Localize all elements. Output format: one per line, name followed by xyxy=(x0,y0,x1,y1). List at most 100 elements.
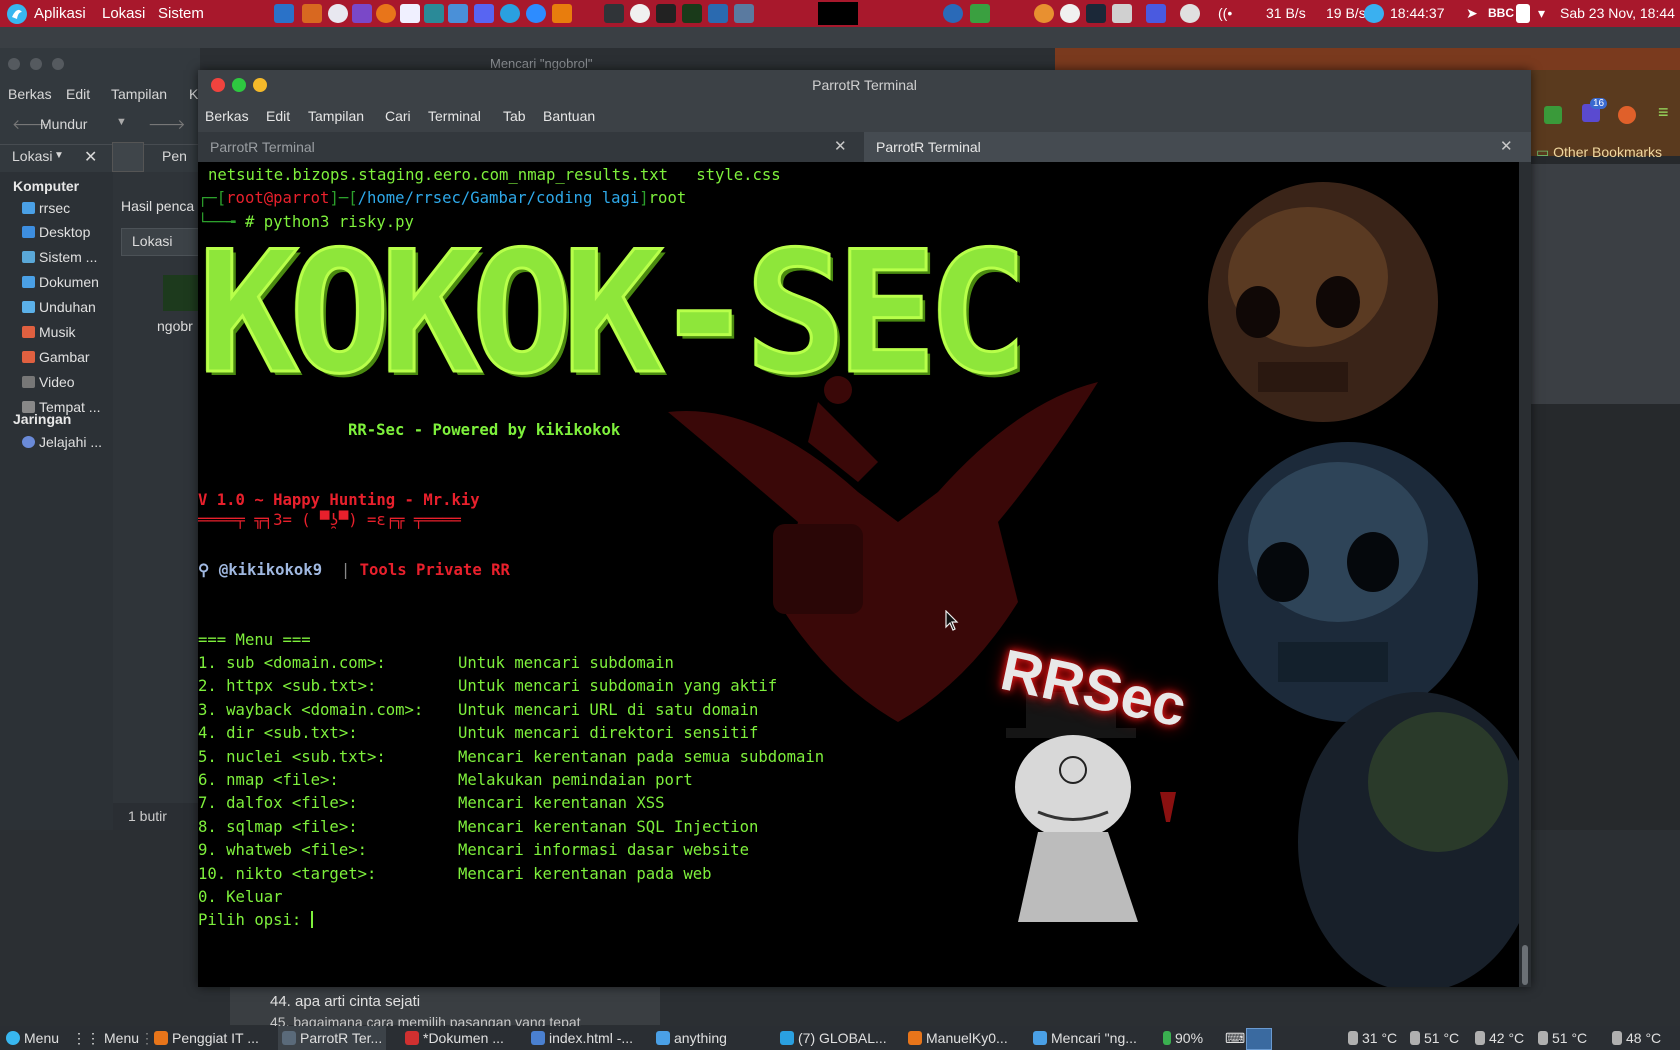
qbittorrent-icon[interactable] xyxy=(943,4,963,23)
app-icon-5[interactable] xyxy=(400,4,420,23)
steam-icon[interactable] xyxy=(1086,4,1106,23)
battery-indicator[interactable]: 90% xyxy=(1163,1026,1203,1050)
menu-search[interactable]: Cari xyxy=(385,108,411,124)
send-icon[interactable]: ➤ xyxy=(1466,0,1478,27)
sidebar-item-7[interactable]: Video xyxy=(22,374,75,390)
hamburger-menu-icon[interactable]: ≡ xyxy=(1658,102,1669,123)
workspace-switcher[interactable] xyxy=(1246,1028,1272,1050)
app-icon-16[interactable] xyxy=(734,4,754,23)
menu-edit[interactable]: Edit xyxy=(266,108,290,124)
app-icon-6[interactable] xyxy=(424,4,444,23)
places-dropdown[interactable]: Lokasi xyxy=(12,148,52,164)
app-icon-3[interactable] xyxy=(352,4,372,23)
fm-close-button[interactable] xyxy=(8,58,20,70)
terminal-scrollbar[interactable] xyxy=(1519,162,1531,987)
sidebar-item-4[interactable]: Unduhan xyxy=(22,299,96,315)
temperature-sensor[interactable]: 31 °C xyxy=(1348,1026,1397,1050)
fm-menu-view[interactable]: Tampilan xyxy=(111,86,167,102)
temperature-sensor[interactable]: 51 °C xyxy=(1410,1026,1459,1050)
terminal-titlebar[interactable]: ParrotR Terminal xyxy=(198,70,1531,102)
update-icon[interactable] xyxy=(970,4,990,23)
edit-path-button[interactable] xyxy=(112,142,144,172)
files-icon[interactable] xyxy=(448,4,468,23)
menu-system[interactable]: Sistem xyxy=(158,0,204,27)
sidebar-item-5[interactable]: Musik xyxy=(22,324,76,340)
taskbar-window-button[interactable]: *Dokumen ... xyxy=(405,1026,504,1050)
fm-menu-file[interactable]: Berkas xyxy=(8,86,52,102)
monitor-icon[interactable] xyxy=(708,4,728,23)
printer-icon[interactable] xyxy=(1112,4,1132,23)
location-field[interactable]: Lokasi xyxy=(121,228,202,256)
places-chevron-icon[interactable]: ▼ xyxy=(54,150,64,161)
firefox-icon[interactable] xyxy=(376,4,396,23)
app-icon-12[interactable] xyxy=(630,4,650,23)
file-thumbnail[interactable] xyxy=(163,275,200,311)
sidebar-item-browse-network[interactable]: Jelajahi ... xyxy=(22,434,102,450)
app-tray-icon-1[interactable] xyxy=(1034,4,1054,23)
tab-terminal-2[interactable]: ParrotR Terminal ✕ xyxy=(864,132,1531,162)
tab-1-close-icon[interactable]: ✕ xyxy=(834,132,847,162)
root-terminal-icon[interactable] xyxy=(682,4,702,23)
sidebar-item-2[interactable]: Sistem ... xyxy=(22,249,97,265)
fm-menu-edit[interactable]: Edit xyxy=(66,86,90,102)
taskbar-window-button[interactable]: anything xyxy=(656,1026,727,1050)
sidebar-item-3[interactable]: Dokumen xyxy=(22,274,99,290)
menu-places[interactable]: Lokasi xyxy=(102,0,145,27)
terminal-scrollbar-thumb[interactable] xyxy=(1522,945,1528,985)
temperature-sensor[interactable]: 51 °C xyxy=(1538,1026,1587,1050)
burpsuite-icon[interactable] xyxy=(302,4,322,23)
other-bookmarks-button[interactable]: Other Bookmarks xyxy=(1553,144,1662,160)
taskbar-menu2-button[interactable]: ⋮⋮ Menu xyxy=(72,1026,139,1050)
vscode-icon[interactable] xyxy=(274,4,294,23)
menu-help[interactable]: Bantuan xyxy=(543,108,595,124)
file-name-label[interactable]: ngobr xyxy=(157,318,193,334)
taskbar-window-button[interactable]: index.html -... xyxy=(531,1026,633,1050)
fm-menu-more[interactable]: K xyxy=(189,86,198,102)
app-tray-icon-2[interactable] xyxy=(1060,4,1080,23)
menu-applications[interactable]: Aplikasi xyxy=(34,0,86,27)
tab-terminal-1[interactable]: ParrotR Terminal ✕ xyxy=(198,132,864,162)
wifi-signal-icon[interactable]: ▾ xyxy=(1538,0,1545,27)
power-icon[interactable] xyxy=(1364,4,1384,23)
input-prompt-line[interactable]: Pilih opsi: xyxy=(198,911,313,929)
menu-terminal[interactable]: Terminal xyxy=(428,108,481,124)
extension-icon-3[interactable] xyxy=(1618,106,1636,124)
sidebar-item-1[interactable]: Desktop xyxy=(22,224,90,240)
taskbar-menu-button[interactable]: Menu xyxy=(6,1026,59,1050)
temperature-sensor[interactable]: 42 °C xyxy=(1475,1026,1524,1050)
taskbar-window-button[interactable]: Mencari "ng... xyxy=(1033,1026,1137,1050)
fm-maximize-button[interactable] xyxy=(52,58,64,70)
bbc-indicator[interactable]: BBC xyxy=(1488,0,1514,27)
taskbar-window-button[interactable]: ManuelKy0... xyxy=(908,1026,1008,1050)
keyboard-icon[interactable]: ⌨ xyxy=(1225,1026,1245,1050)
sidebar-item-0[interactable]: rrsec xyxy=(22,200,70,216)
sidebar-item-6[interactable]: Gambar xyxy=(22,349,90,365)
taskbar-window-button[interactable]: ParrotR Ter... xyxy=(278,1026,387,1050)
parrot-logo-icon[interactable] xyxy=(6,0,28,27)
telegram-icon[interactable] xyxy=(500,4,520,23)
blender-icon[interactable] xyxy=(552,4,572,23)
terminal-icon[interactable] xyxy=(656,4,676,23)
menu-view[interactable]: Tampilan xyxy=(308,108,364,124)
terminal-viewport[interactable]: RRSec netsuite.bizops.staging.eero.com_n… xyxy=(198,162,1519,987)
forward-arrow-icon[interactable]: 🡒 xyxy=(148,116,186,133)
bluetooth-icon[interactable] xyxy=(1516,4,1530,23)
tab-2-close-icon[interactable]: ✕ xyxy=(1500,132,1513,162)
extension-icon[interactable] xyxy=(1544,106,1562,124)
app-tray-icon-4[interactable] xyxy=(1180,4,1200,23)
menu-file[interactable]: Berkas xyxy=(205,108,249,124)
path-button[interactable]: Pen xyxy=(162,148,187,164)
window-thumbnail[interactable] xyxy=(818,2,858,25)
app-grid-icon[interactable] xyxy=(604,4,624,23)
taskbar-window-button[interactable]: Penggiat IT ... xyxy=(154,1026,259,1050)
taskbar-window-button[interactable]: (7) GLOBAL... xyxy=(780,1026,887,1050)
sidebar-item-8[interactable]: Tempat ... xyxy=(22,399,100,415)
app-tray-icon-3[interactable] xyxy=(1146,4,1166,23)
zoom-icon[interactable] xyxy=(526,4,546,23)
close-sidebar-icon[interactable]: ✕ xyxy=(84,147,97,167)
wifi-icon[interactable]: ((• xyxy=(1218,0,1232,27)
fm-back-button[interactable]: Mundur xyxy=(40,116,87,132)
discord-icon[interactable] xyxy=(474,4,494,23)
fm-minimize-button[interactable] xyxy=(30,58,42,70)
menu-tabs[interactable]: Tab xyxy=(503,108,526,124)
